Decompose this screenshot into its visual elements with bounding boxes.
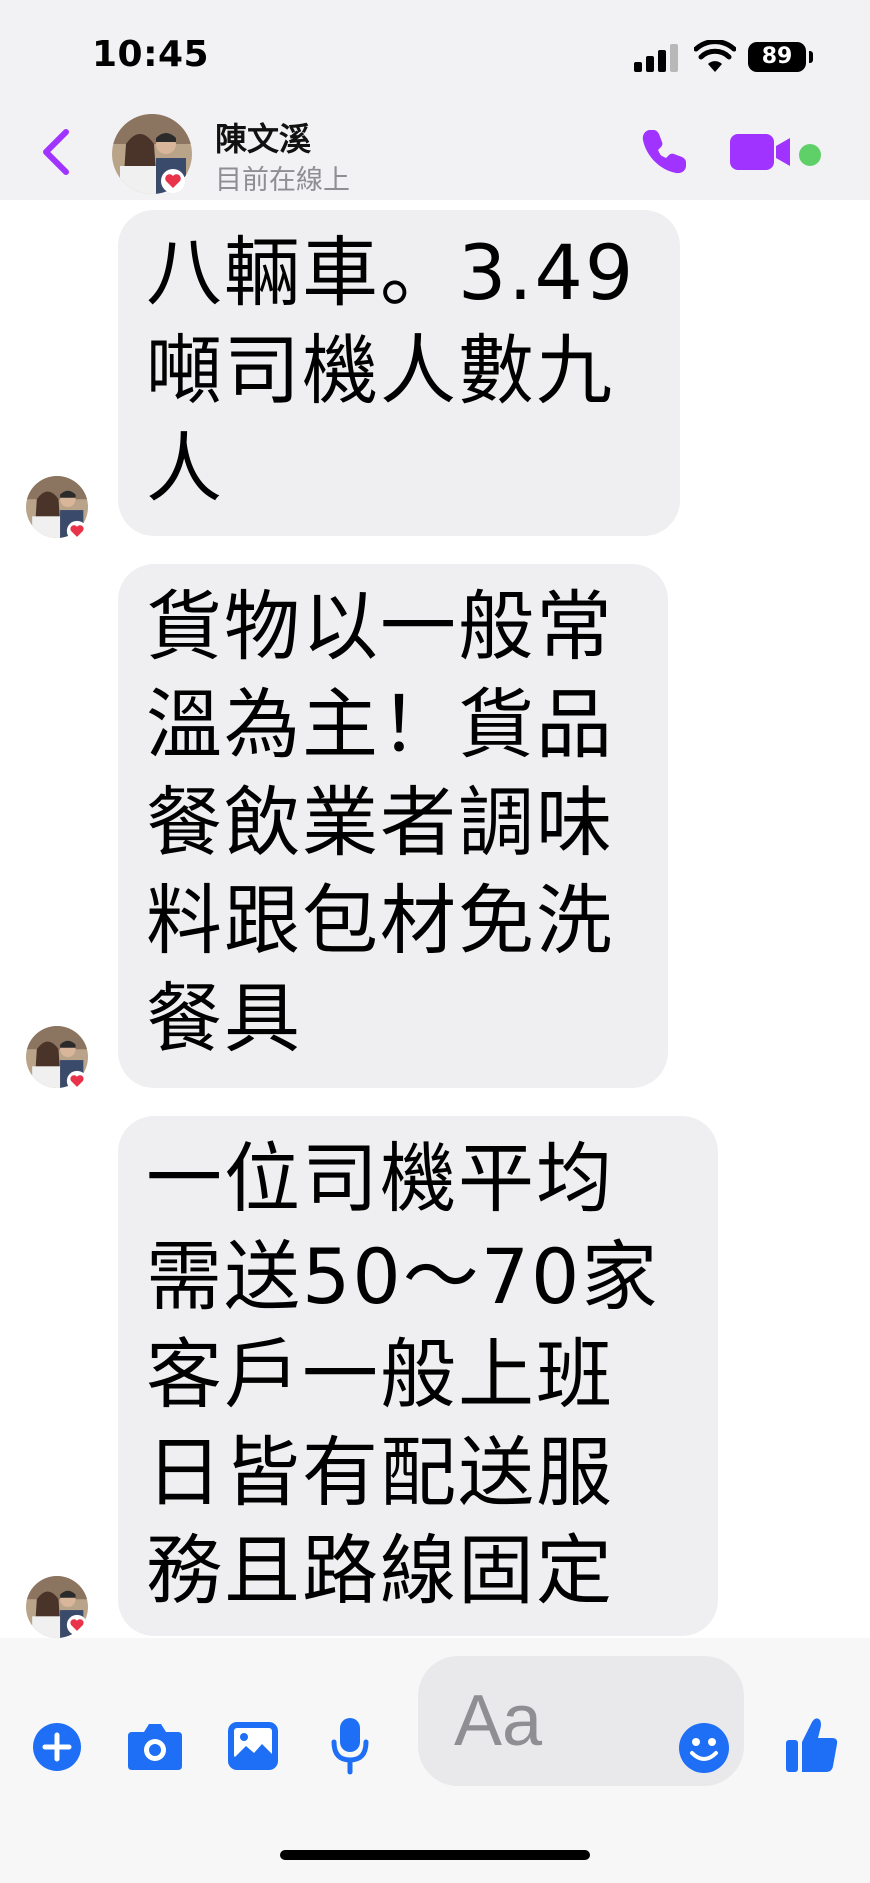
battery-tip [809, 51, 813, 63]
home-indicator [280, 1850, 590, 1860]
message-bubble[interactable]: 貨物以一般常溫為主！貨品餐飲業者調味料跟包材免洗餐具 [118, 564, 668, 1088]
message-composer [0, 1638, 870, 1883]
wifi-icon [694, 40, 736, 72]
heart-badge-icon [66, 1070, 88, 1092]
message-bubble[interactable]: 八輛車。3.49噸司機人數九人 [118, 210, 680, 536]
contact-status: 目前在線上 [215, 165, 350, 196]
cellular-signal-icon [634, 44, 680, 72]
back-chevron-icon[interactable] [38, 128, 74, 176]
thumbs-up-icon[interactable] [784, 1716, 840, 1774]
heart-badge-icon [66, 520, 88, 542]
message-bubble[interactable]: 一位司機平均需送50～70家客戶一般上班日皆有配送服務且路線固定 [118, 1116, 718, 1636]
plus-icon[interactable] [32, 1722, 82, 1772]
status-time: 10:45 [92, 34, 210, 75]
heart-badge-icon [66, 1614, 88, 1636]
microphone-icon[interactable] [330, 1716, 370, 1776]
battery-icon: 89 [748, 42, 806, 72]
phone-call-icon[interactable] [636, 124, 692, 180]
chat-header: 陳文溪 目前在線上 [0, 100, 870, 200]
status-bar: 10:45 89 [0, 0, 870, 100]
battery-level: 89 [761, 44, 793, 69]
online-indicator [799, 144, 821, 166]
emoji-icon[interactable] [678, 1722, 730, 1774]
camera-icon[interactable] [126, 1720, 184, 1772]
video-call-icon[interactable] [728, 132, 792, 172]
contact-name[interactable]: 陳文溪 [215, 114, 311, 160]
heart-badge-icon [161, 169, 185, 193]
image-icon[interactable] [226, 1720, 280, 1772]
